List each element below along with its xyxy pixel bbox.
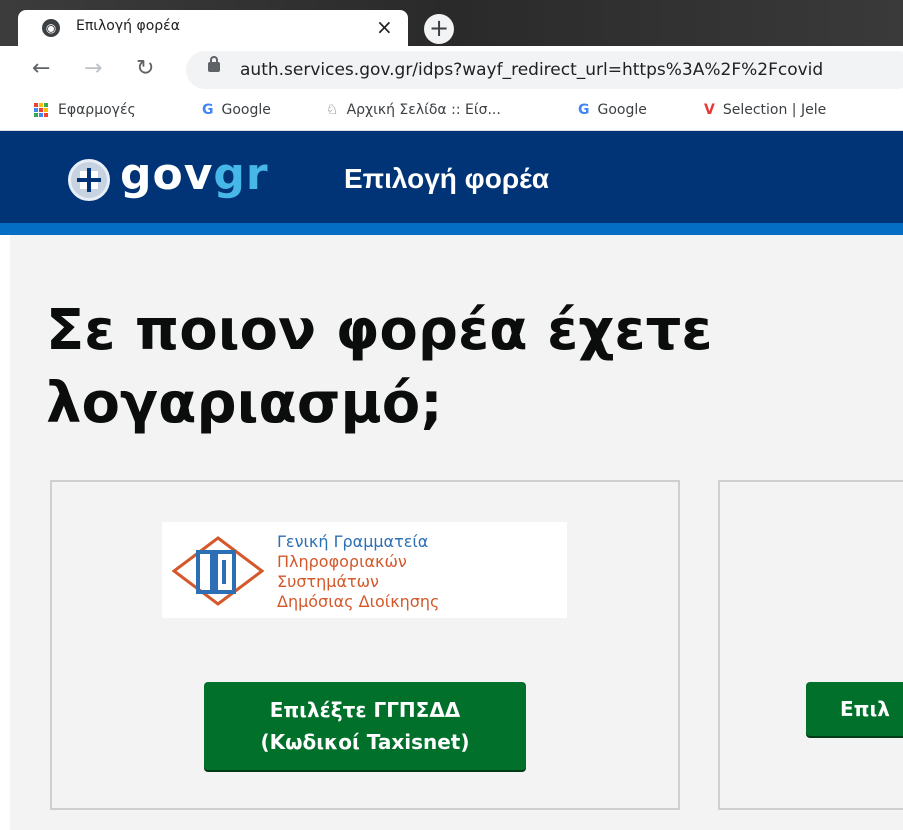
bookmark-home-page[interactable]: ♘ Αρχική Σελίδα :: Είσ... [326,102,501,118]
bookmarks-bar: Εφαρμογές G Google ♘ Αρχική Σελίδα :: Είσ.… [0,94,903,131]
select-gsis-button[interactable]: Επιλέξτε ΓΓΠΣΔΔ (Κωδικοί Taxisnet) [204,682,526,770]
gsis-logo: Γενική Γραμματεία Πληροφοριακών Συστημάτ… [162,522,567,618]
main-content: Σε ποιον φορέα έχετε λογαριασμό; Γενική … [10,235,903,830]
bookmark-label: Αρχική Σελίδα :: Είσ... [346,102,501,118]
greek-emblem-icon[interactable] [68,159,110,201]
reload-icon[interactable]: ↻ [136,56,154,81]
gsis-name: Γενική Γραμματεία Πληροφοριακών Συστημάτ… [277,532,440,611]
google-icon: G [578,102,590,118]
tab-title: Επιλογή φορέα [76,18,180,34]
globe-icon: ◉ [42,19,60,37]
lock-icon [208,56,220,72]
bookmark-label: Google [597,102,647,118]
bookmark-label: Εφαρμογές [58,102,136,118]
google-icon: G [202,102,214,118]
new-tab-button[interactable]: + [424,14,454,44]
close-tab-icon[interactable]: × [376,15,393,39]
forward-arrow-icon[interactable]: → [84,56,102,81]
gsis-emblem-icon [172,536,264,606]
provider-card-gsis: Γενική Γραμματεία Πληροφοριακών Συστημάτ… [50,480,680,810]
select-provider-button[interactable]: Επιλ [806,682,903,736]
bookmark-apps[interactable]: Εφαρμογές [34,102,136,118]
header-stripe [0,223,903,235]
provider-card-other: Επιλ [718,480,903,810]
browser-toolbar: ← → ↻ auth.services.gov.gr/idps?wayf_red… [0,46,903,94]
url-text[interactable]: auth.services.gov.gr/idps?wayf_redirect_… [240,60,823,80]
browser-tab-strip: ◉ Επιλογή φορέα × + [0,0,903,46]
bookmark-label: Google [221,102,271,118]
bookmark-selection[interactable]: V Selection | Jele [704,102,826,118]
apps-grid-icon [34,103,48,117]
page-title: Σε ποιον φορέα έχετε λογαριασμό; [46,298,713,436]
header-title: Επιλογή φορέα [344,163,549,194]
govgr-logo[interactable]: govgr [120,149,269,200]
bookmark-google-2[interactable]: G Google [578,102,647,118]
address-bar[interactable]: auth.services.gov.gr/idps?wayf_redirect_… [186,51,903,89]
browser-tab[interactable]: ◉ Επιλογή φορέα × [18,10,408,46]
bookmark-label: Selection | Jele [722,102,827,118]
back-arrow-icon[interactable]: ← [32,56,50,81]
site-header: govgr Επιλογή φορέα [0,131,903,223]
v-logo-icon: V [704,102,715,118]
site-icon: ♘ [326,102,339,118]
bookmark-google-1[interactable]: G Google [202,102,271,118]
